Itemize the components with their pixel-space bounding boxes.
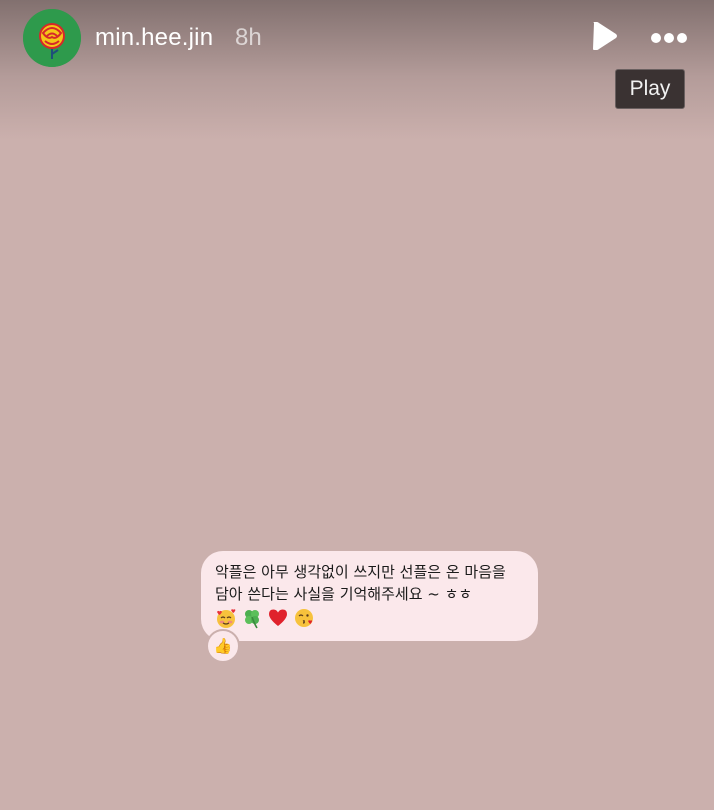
smiling-face-with-hearts-icon (217, 609, 236, 628)
message-line: 담아 쓴다는 사실을 기억해주세요 ~ ㅎㅎ (215, 585, 473, 603)
avatar[interactable] (23, 9, 81, 67)
four-leaf-clover-icon (245, 610, 259, 629)
face-blowing-kiss-icon (295, 609, 313, 627)
more-options-button[interactable] (646, 22, 692, 52)
more-icon (651, 33, 687, 43)
play-tooltip: Play (615, 69, 685, 109)
story-header: min.hee.jin 8h Play (0, 0, 714, 109)
red-heart-icon (269, 609, 287, 626)
play-icon (593, 22, 617, 50)
message-bubble: 악플은 아무 생각없이 쓰지만 선플은 온 마음을 담아 쓴다는 사실을 기억해… (201, 551, 538, 641)
message-line: 악플은 아무 생각없이 쓰지만 선플은 온 마음을 (215, 563, 506, 581)
post-time: 8h (235, 24, 262, 51)
rose-icon (23, 9, 81, 67)
emoji-row (215, 607, 524, 629)
play-button[interactable] (586, 18, 622, 54)
story-view: min.hee.jin 8h Play 악플은 아무 생각없이 쓰지만 선플은 … (0, 0, 714, 810)
reaction-badge[interactable]: 👍 (206, 629, 240, 663)
username[interactable]: min.hee.jin (95, 24, 213, 52)
